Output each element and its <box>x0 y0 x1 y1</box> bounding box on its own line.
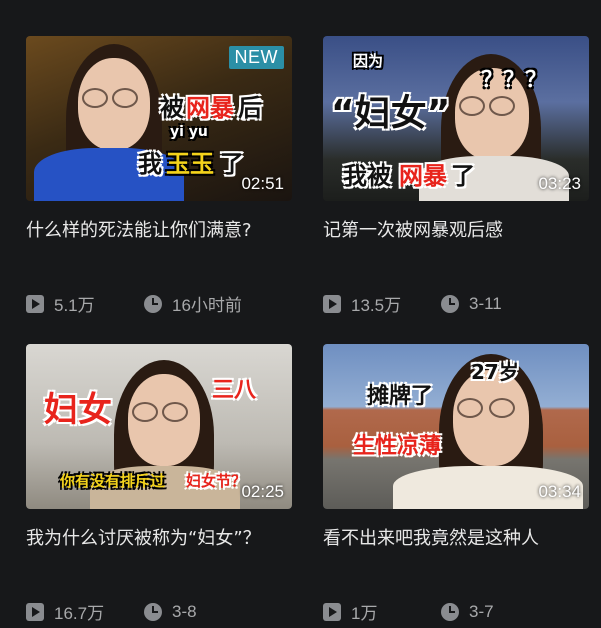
video-duration: 02:25 <box>241 482 284 501</box>
clock-icon <box>144 602 162 621</box>
caption-text: 后 <box>238 94 262 122</box>
caption-text: ？？？ <box>481 68 548 93</box>
caption-text: 妇女 <box>44 390 112 430</box>
video-thumbnail[interactable]: 妇女 三八 你有没有排斥过 妇女节？ 02:25 <box>26 344 292 509</box>
caption-text: 了 <box>451 162 475 190</box>
clock-icon <box>441 602 459 621</box>
video-duration: 03:23 <box>538 174 581 193</box>
video-title[interactable]: 我为什么讨厌被称为“妇女”？ <box>26 523 292 587</box>
video-title[interactable]: 记第一次被网暴观后感 <box>323 215 589 279</box>
view-count-value: 13.5万 <box>351 296 402 315</box>
video-thumbnail[interactable]: 被 网暴 后 yi yu 我 玉玉 了 NEW 02:51 <box>26 36 292 201</box>
video-grid: 被 网暴 后 yi yu 我 玉玉 了 NEW 02:51 什么样的死法能让你们… <box>0 0 601 628</box>
view-count: 1万 <box>323 599 441 624</box>
clock-icon <box>441 294 459 313</box>
video-meta: 5.1万 16小时前 <box>26 291 292 316</box>
video-duration: 02:51 <box>241 174 284 193</box>
caption-text: “妇女” <box>331 93 451 134</box>
clock-icon <box>144 294 162 313</box>
video-meta: 13.5万 3-11 <box>323 291 589 316</box>
video-title[interactable]: 什么样的死法能让你们满意? <box>26 215 292 279</box>
video-card[interactable]: 妇女 三八 你有没有排斥过 妇女节？ 02:25 我为什么讨厌被称为“妇女”？ … <box>26 344 292 624</box>
caption-text: 玉玉 <box>166 150 214 178</box>
video-card[interactable]: 摊牌了 27岁 生性凉薄 03:34 看不出来吧我竟然是这种人 1万 3-7 <box>323 344 589 624</box>
caption-text: 你有没有排斥过 <box>60 472 166 490</box>
view-count-value: 1万 <box>351 604 378 623</box>
video-card[interactable]: 因为 “妇女” ？？？ 我被 网暴 了 03:23 记第一次被网暴观后感 13.… <box>323 36 589 316</box>
caption-text: 网暴 <box>186 94 234 122</box>
glasses <box>459 96 485 116</box>
publish-time: 3-11 <box>441 294 502 314</box>
glasses <box>162 402 188 422</box>
glasses <box>132 402 158 422</box>
view-count: 5.1万 <box>26 291 144 316</box>
caption-text: 摊牌了 <box>367 384 434 409</box>
glasses <box>489 96 515 116</box>
caption-text: 被 <box>160 94 184 122</box>
video-duration: 03:34 <box>538 482 581 501</box>
caption-text: yi yu <box>170 124 208 140</box>
publish-time-value: 3-7 <box>469 601 494 621</box>
play-count-icon <box>26 602 44 621</box>
play-count-icon <box>323 294 341 313</box>
caption-text: 三八 <box>212 378 257 403</box>
play-count-icon <box>26 294 44 313</box>
caption-text: 我被 <box>343 162 391 190</box>
glasses <box>489 398 515 418</box>
publish-time: 3-7 <box>441 602 494 622</box>
caption-text: 网暴 <box>399 162 447 190</box>
view-count-value: 5.1万 <box>54 296 95 315</box>
publish-time: 16小时前 <box>144 291 242 316</box>
video-card[interactable]: 被 网暴 后 yi yu 我 玉玉 了 NEW 02:51 什么样的死法能让你们… <box>26 36 292 316</box>
view-count-value: 16.7万 <box>54 604 105 623</box>
publish-time-value: 16小时前 <box>172 296 242 315</box>
caption-text: 我 <box>138 150 162 178</box>
view-count: 16.7万 <box>26 599 144 624</box>
video-meta: 1万 3-7 <box>323 599 589 624</box>
caption-text: 妇女节？ <box>186 472 247 490</box>
caption-text: 因为 <box>353 52 384 70</box>
publish-time-value: 3-8 <box>172 601 197 621</box>
publish-time-value: 3-11 <box>469 293 502 313</box>
play-count-icon <box>323 602 341 621</box>
caption-text: 27岁 <box>471 360 519 384</box>
caption-text: 生性凉薄 <box>353 434 442 459</box>
video-thumbnail[interactable]: 摊牌了 27岁 生性凉薄 03:34 <box>323 344 589 509</box>
new-badge: NEW <box>228 46 284 69</box>
video-title[interactable]: 看不出来吧我竟然是这种人 <box>323 523 589 587</box>
glasses <box>112 88 138 108</box>
glasses <box>82 88 108 108</box>
publish-time: 3-8 <box>144 602 197 622</box>
video-meta: 16.7万 3-8 <box>26 599 292 624</box>
view-count: 13.5万 <box>323 291 441 316</box>
video-thumbnail[interactable]: 因为 “妇女” ？？？ 我被 网暴 了 03:23 <box>323 36 589 201</box>
glasses <box>457 398 483 418</box>
